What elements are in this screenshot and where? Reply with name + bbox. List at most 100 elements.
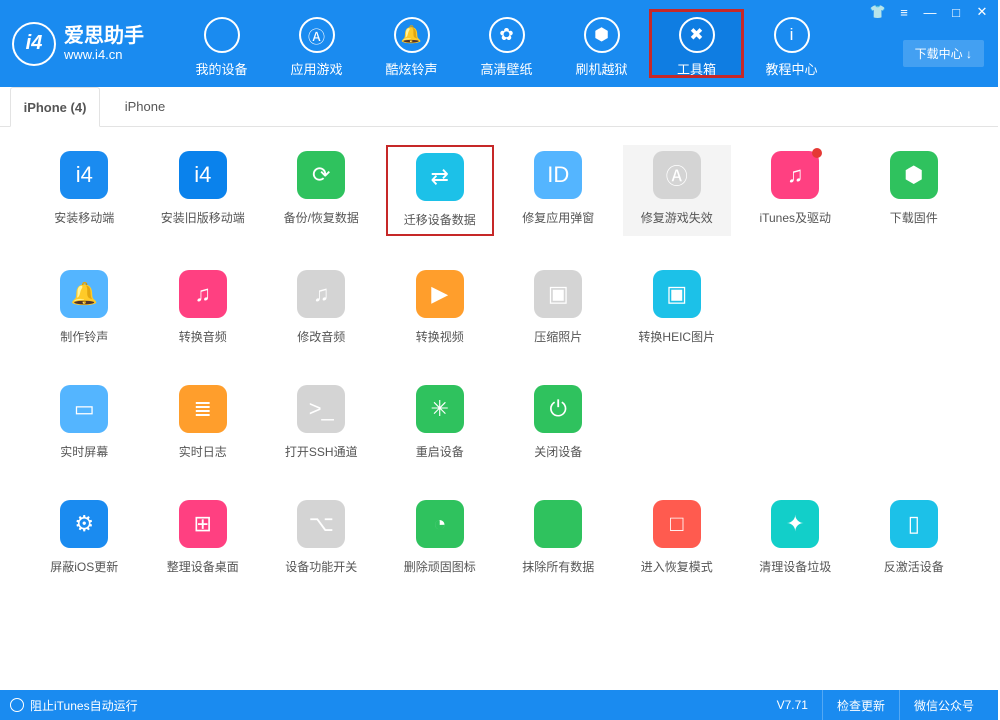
- box-icon: ⬢: [584, 17, 620, 53]
- nav-label: 应用游戏: [269, 59, 364, 78]
- deactivate-icon: ▯: [890, 500, 938, 548]
- tool-label: 修改音频: [297, 328, 345, 345]
- tool-ringtone-icon[interactable]: 🔔 制作铃声: [30, 264, 139, 351]
- tool-delete-icon-icon[interactable]: ◔ 删除顽固图标: [386, 494, 495, 581]
- tool-label: 转换HEIC图片: [638, 328, 715, 345]
- audio-convert-icon: ♫: [179, 270, 227, 318]
- tool-label: 重启设备: [416, 443, 464, 460]
- tool-label: 转换视频: [416, 328, 464, 345]
- tool-fix-popup-icon[interactable]: ID 修复应用弹窗: [504, 145, 613, 236]
- heic-convert-icon: ▣: [653, 270, 701, 318]
- ssh-icon: >_: [297, 385, 345, 433]
- organize-icon: ⊞: [179, 500, 227, 548]
- tool-deactivate-icon[interactable]: ▯ 反激活设备: [860, 494, 969, 581]
- tool-ssh-icon[interactable]: >_ 打开SSH通道: [267, 379, 376, 466]
- nav-label: 高清壁纸: [459, 59, 554, 78]
- backup-icon: ⟳: [297, 151, 345, 199]
- tool-install-icon[interactable]: i4安装移动端: [30, 145, 139, 236]
- video-convert-icon: ▶: [416, 270, 464, 318]
- device-tabs: iPhone (4)iPhone: [0, 87, 998, 127]
- tool-label: 压缩照片: [534, 328, 582, 345]
- device-tab[interactable]: iPhone (4): [10, 87, 100, 127]
- tool-clean-icon[interactable]: ✦ 清理设备垃圾: [741, 494, 850, 581]
- shirt-icon[interactable]: 👕: [866, 2, 890, 22]
- tool-heic-convert-icon[interactable]: ▣ 转换HEIC图片: [623, 264, 732, 351]
- reboot-icon: ✳: [416, 385, 464, 433]
- nav-tools[interactable]: ✖工具箱: [649, 9, 744, 78]
- itunes-icon: ♫: [771, 151, 819, 199]
- device-tab[interactable]: iPhone: [100, 86, 190, 126]
- status-left[interactable]: 阻止iTunes自动运行: [10, 697, 138, 714]
- version-label: V7.71: [763, 698, 822, 712]
- shutdown-icon: ⏻: [534, 385, 582, 433]
- nav-bell[interactable]: 🔔酷炫铃声: [364, 9, 459, 78]
- tool-recovery-icon[interactable]: □进入恢复模式: [623, 494, 732, 581]
- realtime-screen-icon: ▭: [60, 385, 108, 433]
- ringtone-icon: 🔔: [60, 270, 108, 318]
- logo-url: www.i4.cn: [64, 48, 144, 63]
- tool-itunes-icon[interactable]: ♫ iTunes及驱动: [741, 145, 850, 236]
- tool-label: 安装移动端: [54, 209, 114, 226]
- delete-icon-icon: ◔: [416, 500, 464, 548]
- tool-install-old-icon[interactable]: i4安装旧版移动端: [149, 145, 258, 236]
- nav-apple[interactable]: 我的设备: [174, 9, 269, 78]
- apps-icon: Ⓐ: [299, 17, 335, 53]
- tool-backup-icon[interactable]: ⟳备份/恢复数据: [267, 145, 376, 236]
- tool-label: 删除顽固图标: [404, 558, 476, 575]
- tool-label: iTunes及驱动: [759, 209, 831, 226]
- tool-label: 修复游戏失效: [641, 209, 713, 226]
- tool-organize-icon[interactable]: ⊞ 整理设备桌面: [149, 494, 258, 581]
- tool-feature-switch-icon[interactable]: ⌥设备功能开关: [267, 494, 376, 581]
- tool-label: 抹除所有数据: [522, 558, 594, 575]
- feature-switch-icon: ⌥: [297, 500, 345, 548]
- wechat-button[interactable]: 微信公众号: [899, 690, 988, 720]
- tool-label: 清理设备垃圾: [759, 558, 831, 575]
- tool-label: 屏蔽iOS更新: [50, 558, 118, 575]
- nav-label: 酷炫铃声: [364, 59, 459, 78]
- logo-badge-icon: i4: [12, 22, 56, 66]
- nav-apps[interactable]: Ⓐ 应用游戏: [269, 9, 364, 78]
- nav-flower[interactable]: ✿高清壁纸: [459, 9, 554, 78]
- menu-icon[interactable]: ≡: [892, 2, 916, 22]
- close-icon[interactable]: ✕: [970, 2, 994, 22]
- tool-fix-game-icon[interactable]: Ⓐ 修复游戏失效: [623, 145, 732, 236]
- tool-realtime-screen-icon[interactable]: ▭实时屏幕: [30, 379, 139, 466]
- erase-icon: [534, 500, 582, 548]
- tool-shutdown-icon[interactable]: ⏻关闭设备: [504, 379, 613, 466]
- clean-icon: ✦: [771, 500, 819, 548]
- realtime-log-icon: ≣: [179, 385, 227, 433]
- tool-label: 进入恢复模式: [641, 558, 713, 575]
- fix-popup-icon: ID: [534, 151, 582, 199]
- maximize-icon[interactable]: □: [944, 2, 968, 22]
- badge-dot: [812, 148, 822, 158]
- tool-realtime-log-icon[interactable]: ≣实时日志: [149, 379, 258, 466]
- tools-icon: ✖: [679, 17, 715, 53]
- nav-box[interactable]: ⬢ 刷机越狱: [554, 9, 649, 78]
- fix-game-icon: Ⓐ: [653, 151, 701, 199]
- tool-label: 反激活设备: [884, 558, 944, 575]
- download-center-button[interactable]: 下载中心 ↓: [903, 40, 984, 67]
- tool-label: 制作铃声: [60, 328, 108, 345]
- tool-erase-icon[interactable]: 抹除所有数据: [504, 494, 613, 581]
- nav-info[interactable]: i教程中心: [744, 9, 839, 78]
- audio-edit-icon: ♫: [297, 270, 345, 318]
- minimize-icon[interactable]: —: [918, 2, 942, 22]
- tool-audio-convert-icon[interactable]: ♫转换音频: [149, 264, 258, 351]
- tool-firmware-icon[interactable]: ⬢下载固件: [860, 145, 969, 236]
- nav-label: 刷机越狱: [554, 59, 649, 78]
- photo-compress-icon: ▣: [534, 270, 582, 318]
- tool-label: 迁移设备数据: [404, 211, 476, 228]
- tool-photo-compress-icon[interactable]: ▣ 压缩照片: [504, 264, 613, 351]
- tool-label: 整理设备桌面: [167, 558, 239, 575]
- tool-reboot-icon[interactable]: ✳ 重启设备: [386, 379, 495, 466]
- check-update-button[interactable]: 检查更新: [822, 690, 899, 720]
- block-update-icon: ⚙: [60, 500, 108, 548]
- tool-migrate-icon[interactable]: ⇄迁移设备数据: [386, 145, 495, 236]
- tool-block-update-icon[interactable]: ⚙ 屏蔽iOS更新: [30, 494, 139, 581]
- tool-label: 打开SSH通道: [285, 443, 358, 460]
- tool-video-convert-icon[interactable]: ▶ 转换视频: [386, 264, 495, 351]
- tool-label: 修复应用弹窗: [522, 209, 594, 226]
- nav-label: 我的设备: [174, 59, 269, 78]
- tool-audio-edit-icon[interactable]: ♫ 修改音频: [267, 264, 376, 351]
- logo-title: 爱思助手: [64, 25, 144, 48]
